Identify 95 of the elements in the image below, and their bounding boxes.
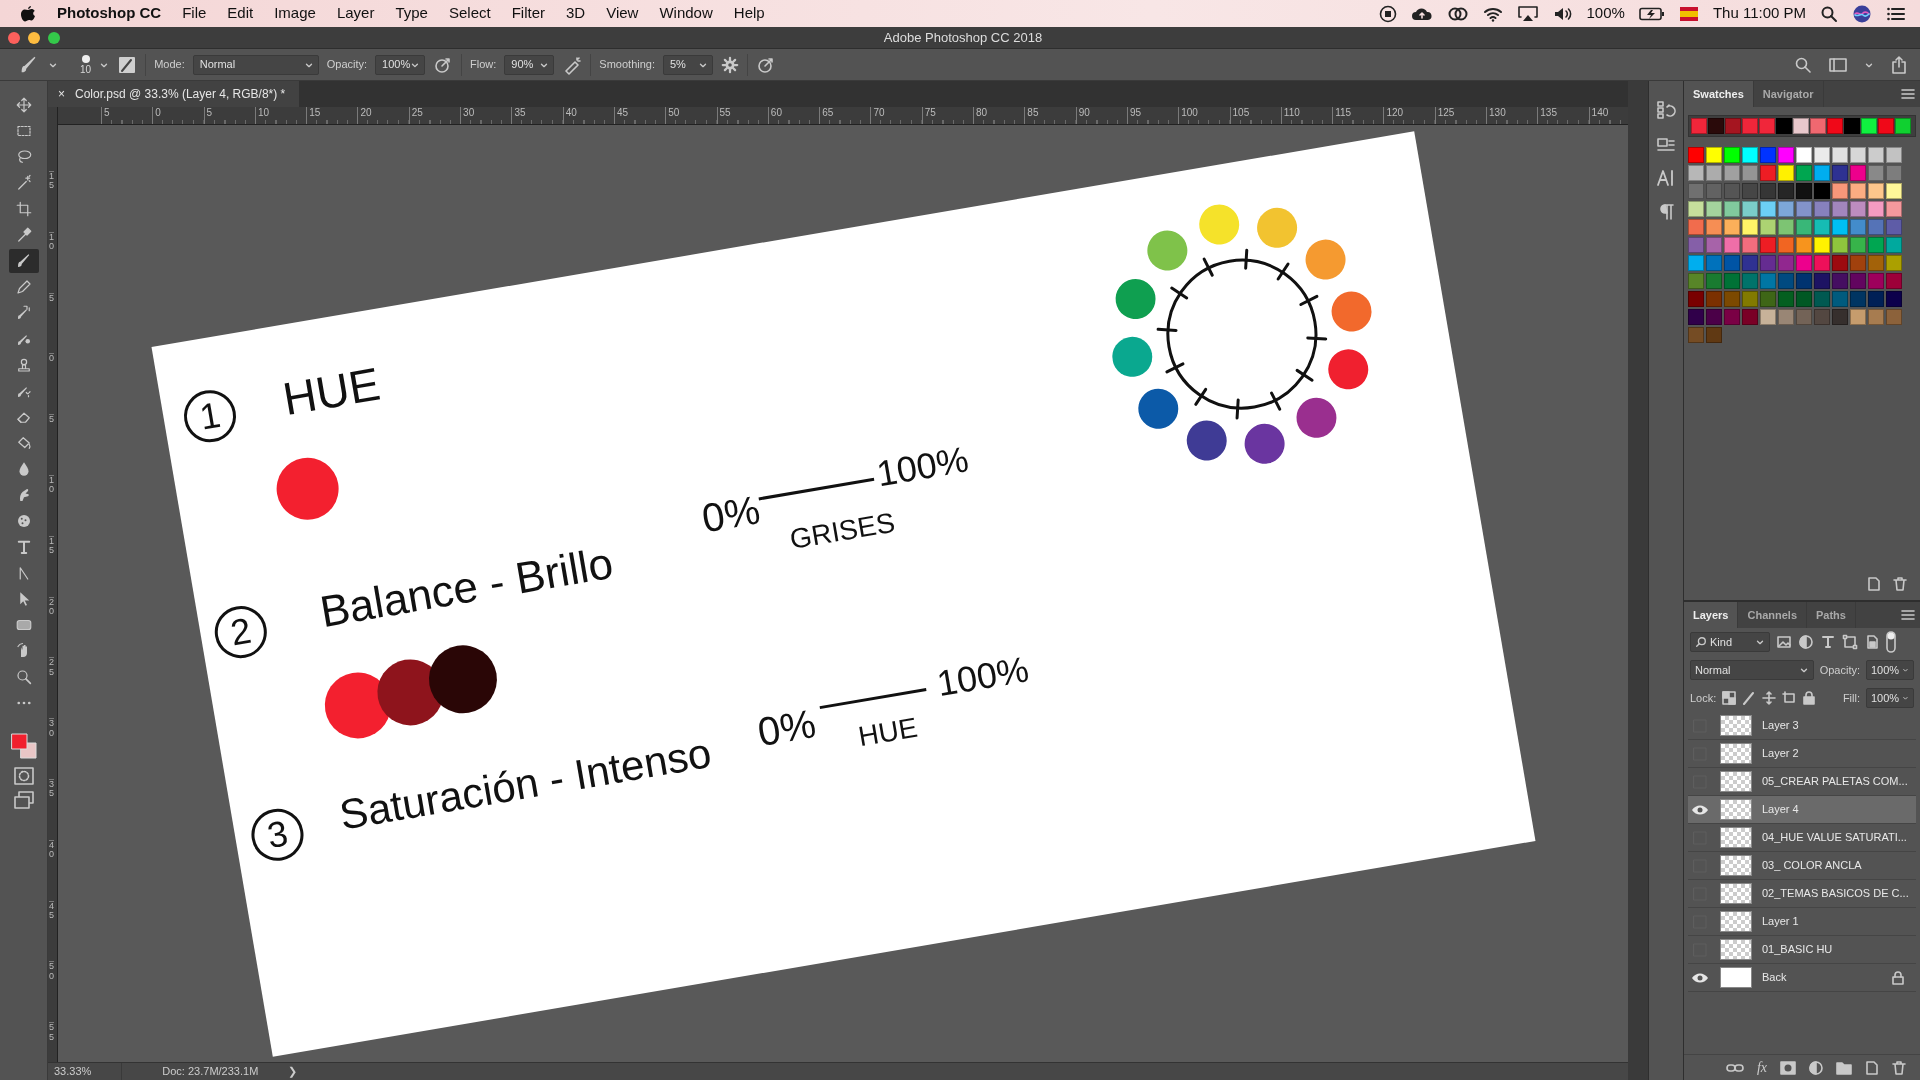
brush-size: 10	[80, 64, 92, 75]
ruler-label: 10	[49, 231, 54, 293]
ruler-label: 120	[1383, 107, 1435, 124]
filter-select[interactable]: Kind	[1690, 632, 1770, 652]
ruler-label: 50	[665, 107, 717, 124]
ruler-label: 85	[1024, 107, 1076, 124]
handwritten-label: GRISES	[787, 508, 897, 554]
field-label: Smoothing:	[599, 57, 655, 73]
handwritten-label: 0%	[698, 488, 763, 538]
handwritten-label: 100%	[934, 650, 1031, 702]
layer-name: Layer 2	[1762, 746, 1799, 762]
window-title: Adobe Photoshop CC 2018	[883, 28, 1043, 47]
layer-name: 01_BASIC HU	[1762, 942, 1833, 958]
document-title: Color.psd @ 33.3% (Layer 4, RGB/8*) *	[75, 86, 286, 103]
menu-item[interactable]: Edit	[227, 2, 254, 25]
ruler-label: 5	[49, 292, 54, 354]
handwritten-label: HUE	[279, 360, 383, 422]
layer-row[interactable]: 05_CREAR PALETAS COM...	[1688, 768, 1916, 796]
menu-item[interactable]: Window	[659, 2, 713, 25]
opacity-field[interactable]: 100%	[1866, 660, 1914, 680]
menu-item[interactable]: Image	[274, 2, 316, 25]
menu-item[interactable]: View	[606, 2, 639, 25]
layer-row[interactable]: Layer 1	[1688, 908, 1916, 936]
layer-name: Back	[1762, 970, 1787, 986]
ruler-label: 35	[511, 107, 563, 124]
panel-tab[interactable]: Navigator	[1753, 81, 1824, 107]
layer-row[interactable]: Layer 3	[1688, 712, 1916, 740]
ruler-label: 10	[49, 475, 54, 536]
menu-item[interactable]: Filter	[511, 2, 545, 25]
opacity-field[interactable]: 100%	[375, 54, 426, 75]
flow-field[interactable]: 90%	[504, 54, 555, 75]
ruler-label: 45	[49, 900, 54, 962]
menu-item[interactable]: Select	[448, 2, 491, 25]
menu-clock[interactable]: Thu 11:00 PM	[1712, 2, 1806, 25]
zoom-level: 33.33%	[53, 1064, 93, 1080]
handwritten-label: Saturación - Intenso	[336, 731, 714, 837]
field-label: Lock:	[1690, 690, 1717, 706]
battery-percent: 100%	[1586, 3, 1625, 24]
menu-item[interactable]: 3D	[566, 2, 586, 25]
field-label: Mode:	[154, 57, 185, 73]
ruler-label: 20	[357, 107, 409, 124]
layer-row[interactable]: Layer 4	[1688, 796, 1916, 824]
status-menu-arrow[interactable]: ❯	[288, 1063, 298, 1080]
menu-item[interactable]: Help	[733, 2, 765, 25]
ruler-label: 15	[49, 171, 54, 232]
layer-name: 03_ COLOR ANCLA	[1762, 858, 1862, 874]
ruler-label: 35	[49, 778, 54, 840]
ruler-label: 15	[49, 535, 54, 597]
layer-row[interactable]: Layer 2	[1688, 740, 1916, 768]
mode-select[interactable]: Normal	[192, 54, 319, 75]
menu-item[interactable]: File	[182, 2, 207, 25]
smoothing-field[interactable]: 5%	[663, 54, 713, 75]
ruler-label: 40	[49, 839, 54, 901]
ruler-label: 70	[870, 107, 922, 124]
ruler-label: 20	[49, 596, 54, 658]
layer-row[interactable]: 01_BASIC HU	[1688, 936, 1916, 964]
fill-field[interactable]: 100%	[1866, 688, 1914, 708]
panel-tab[interactable]: Layers	[1684, 602, 1739, 628]
fx-button[interactable]: fx	[1756, 1057, 1767, 1078]
ruler-label: 0	[152, 107, 204, 124]
field-label: Opacity:	[326, 57, 368, 73]
ruler-label: 0	[49, 353, 54, 415]
handwritten-label: Balance - Brillo	[316, 540, 616, 634]
field-label: Flow:	[470, 57, 497, 73]
document-size: Doc: 23.7M/233.1M	[121, 1063, 289, 1080]
menu-item[interactable]: Layer	[336, 2, 375, 25]
layer-name: Layer 4	[1762, 802, 1799, 818]
layer-name: Layer 1	[1762, 914, 1799, 930]
field-label: Fill:	[1842, 690, 1860, 706]
panel-tab[interactable]: Channels	[1738, 602, 1807, 628]
handwritten-label: HUE	[855, 713, 919, 751]
layer-row[interactable]: 04_HUE VALUE SATURATI...	[1688, 824, 1916, 852]
layer-row[interactable]: Back	[1688, 964, 1916, 992]
panel-tab[interactable]: Swatches	[1684, 81, 1754, 107]
layer-name: Layer 3	[1762, 718, 1799, 734]
ruler-label: 50	[49, 961, 54, 1023]
layer-name: 04_HUE VALUE SATURATI...	[1762, 830, 1907, 846]
ruler-label: 100	[1178, 107, 1230, 124]
handwritten-label: 0%	[754, 702, 819, 752]
layer-row[interactable]: 02_TEMAS BASICOS DE C...	[1688, 880, 1916, 908]
close-tab-button[interactable]: ×	[58, 85, 65, 103]
app-menu[interactable]: Photoshop CC	[57, 2, 162, 25]
ruler-label: 30	[49, 718, 54, 779]
document-tab[interactable]: × Color.psd @ 33.3% (Layer 4, RGB/8*) *	[48, 81, 300, 107]
menu-item[interactable]: Type	[395, 2, 428, 25]
ruler-label: 5	[49, 414, 54, 475]
panel-tab[interactable]: Paths	[1807, 602, 1856, 628]
ruler-label: 135	[1537, 107, 1589, 124]
handwritten-label: 100%	[873, 440, 971, 492]
layer-row[interactable]: 03_ COLOR ANCLA	[1688, 852, 1916, 880]
layer-name: 02_TEMAS BASICOS DE C...	[1762, 886, 1909, 902]
blend-mode-select[interactable]: Normal	[1690, 660, 1814, 680]
layer-name: 05_CREAR PALETAS COM...	[1762, 774, 1908, 790]
ruler-label: 25	[49, 657, 54, 719]
field-label: Opacity:	[1819, 662, 1860, 678]
